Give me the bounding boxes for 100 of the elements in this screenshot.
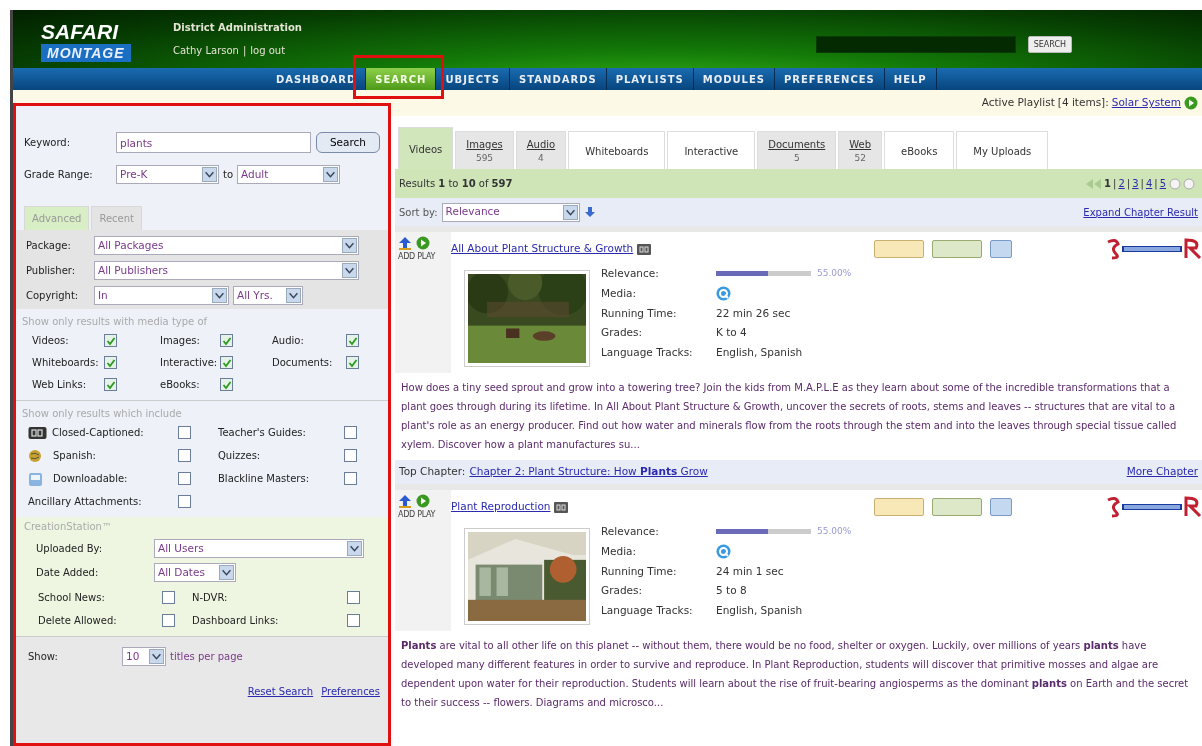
field-label: Copyright: [26,289,80,303]
page-link[interactable]: 4 [1145,176,1153,191]
field-label: Uploaded By: [36,542,104,556]
caret-icon[interactable] [149,649,164,664]
search-button[interactable]: SEARCH [1027,36,1072,53]
caret-icon[interactable] [212,288,227,303]
checkbox[interactable] [162,591,175,604]
media-tab[interactable]: Images 595 [455,131,514,169]
checkbox-label: Web Links: [32,378,88,392]
checkbox[interactable] [346,334,359,347]
dropdown-field[interactable]: 10 [122,647,166,666]
text-link[interactable]: Reset Search [247,684,314,699]
media-tab[interactable]: Whiteboards [568,131,666,169]
expand-link[interactable]: Expand Chapter Result [1083,204,1198,220]
dropdown-field[interactable]: All Packages [94,236,359,255]
checkbox[interactable] [220,378,233,391]
media-tab[interactable]: Videos [398,127,454,169]
checkbox[interactable] [220,356,233,369]
search-field[interactable] [815,36,1016,53]
dropdown-field[interactable]: All Yrs. [233,286,303,305]
page-link[interactable]: 1 [1104,176,1111,191]
result-description: How does a tiny seed sprout and grow into a towering tree? Join the kids from M.A.P.L.E as they learn about some of the incredible transformations that a plant goes through during its lifetime. In All About Plant Structure & Growth, uncover the secrets of roots, stems and leaves -- structures that are vital to a plant's role as an energy producer. Find out how water and minerals flow from the roots through the stem and into the leaves through special tissue called xylem. Discover how a plant manufactures su... [400,381,1178,452]
more-chapters-link[interactable]: More Chapter [1126,464,1198,480]
field-label: Grade Range: [24,168,94,182]
checkbox[interactable] [220,334,233,347]
closed-caption-icon [637,243,652,255]
caret-icon[interactable] [562,204,578,220]
checkbox[interactable] [344,472,357,485]
media-tab[interactable]: Audio 4 [515,131,567,169]
checkbox[interactable] [347,614,360,627]
checkbox[interactable] [178,426,191,439]
play-icon [1184,96,1198,110]
dropdown-field[interactable]: In [94,286,229,305]
media-player-icon [716,286,731,302]
text-link[interactable]: Preferences [321,684,380,699]
page-link[interactable]: 3 [1132,176,1139,191]
checkbox[interactable] [344,449,357,462]
checkbox[interactable] [344,426,357,439]
add-play-label: ADD PLAY [398,251,437,263]
dropdown-field[interactable]: Relevance [441,202,580,222]
caret-icon[interactable] [219,565,234,580]
dropdown-field[interactable]: All Dates [154,563,236,582]
dropdown-field[interactable]: Adult [237,165,341,184]
checkbox-label: Spanish: [53,449,96,463]
separator: | [1154,177,1158,191]
checkbox-label: eBooks: [160,378,201,392]
media-tab[interactable]: Documents 5 [757,131,837,169]
caret-icon[interactable] [342,263,357,278]
relevance-reading: 55.00% [817,525,852,539]
chapter-link[interactable]: Chapter 2: Plant Structure: How Plants Grow [469,464,708,480]
checkbox[interactable] [162,614,175,627]
checkbox[interactable] [347,591,360,604]
field-label: Show: [28,650,59,664]
dropdown-field[interactable]: All Publishers [94,261,359,280]
checkbox-label: Audio: [272,334,305,348]
playlist-count[interactable]: [4 items]: [1057,95,1109,111]
media-tab[interactable]: My Uploads [956,131,1049,169]
field-label: Top Chapter: [399,464,466,480]
logo-text: MONTAGE [41,44,131,62]
search-button[interactable]: Search [316,132,380,153]
field-label: Media: [601,285,638,301]
media-tab[interactable]: Web 52 [838,131,883,169]
separator: | [242,44,247,58]
add-icon [398,494,412,508]
dropdown-field[interactable]: Pre-K [116,165,219,184]
checkbox[interactable] [104,356,117,369]
checkbox[interactable] [178,449,191,462]
page-link[interactable]: 5 [1159,176,1166,191]
field-label: Publisher: [26,264,77,278]
caret-icon[interactable] [286,288,301,303]
checkbox[interactable] [346,356,359,369]
field-value: English, Spanish [716,603,803,618]
field-label: Package: [26,239,72,253]
caret-icon[interactable] [202,167,217,182]
caret-icon[interactable] [342,238,357,253]
checkbox[interactable] [178,472,191,485]
caret-icon[interactable] [323,167,339,182]
result-description: Plants are vital to all other life on this planet -- without them, there would be no food, shelter or oxygen. Luckily, over millions of years plants have developed many different features in order to survive and reproduce. In Plant Reproduction, students will discover that primitive mosses and algae are dependent upon water for their reproduction. Students will learn about the rise of fruit-bearing angiosperms as the dominant plants on Earth and the secret to their success -- flowers. Diagrams and microsco... [400,639,1190,710]
dropdown-field[interactable]: All Users [154,539,364,558]
media-tab[interactable]: eBooks [884,131,955,169]
checkbox[interactable] [104,378,117,391]
keyword-field[interactable]: plants [116,132,311,153]
field-label: Keyword: [24,136,72,150]
result-title[interactable]: Plant Reproduction [451,499,551,515]
caret-icon[interactable] [347,541,362,556]
page-link[interactable]: 2 [1118,176,1125,191]
result-title[interactable]: All About Plant Structure & Growth [451,241,634,257]
media-tab[interactable]: Interactive [667,131,756,169]
publisher-logo-icon [1106,494,1202,520]
field-label: Grades: [601,583,644,599]
logout-link[interactable]: log out [250,43,286,58]
playlist-link[interactable]: Solar System [1111,95,1181,111]
checkbox-label: Downloadable: [53,472,128,486]
field-label: Grades: [601,325,644,341]
checkbox[interactable] [104,334,117,347]
checkbox-label: Documents: [272,356,334,370]
field-value: 5 to 8 [716,583,747,599]
next-arrows-icon [1168,177,1198,190]
checkbox-label: Closed-Captioned: [52,426,144,440]
checkbox[interactable] [178,495,191,508]
